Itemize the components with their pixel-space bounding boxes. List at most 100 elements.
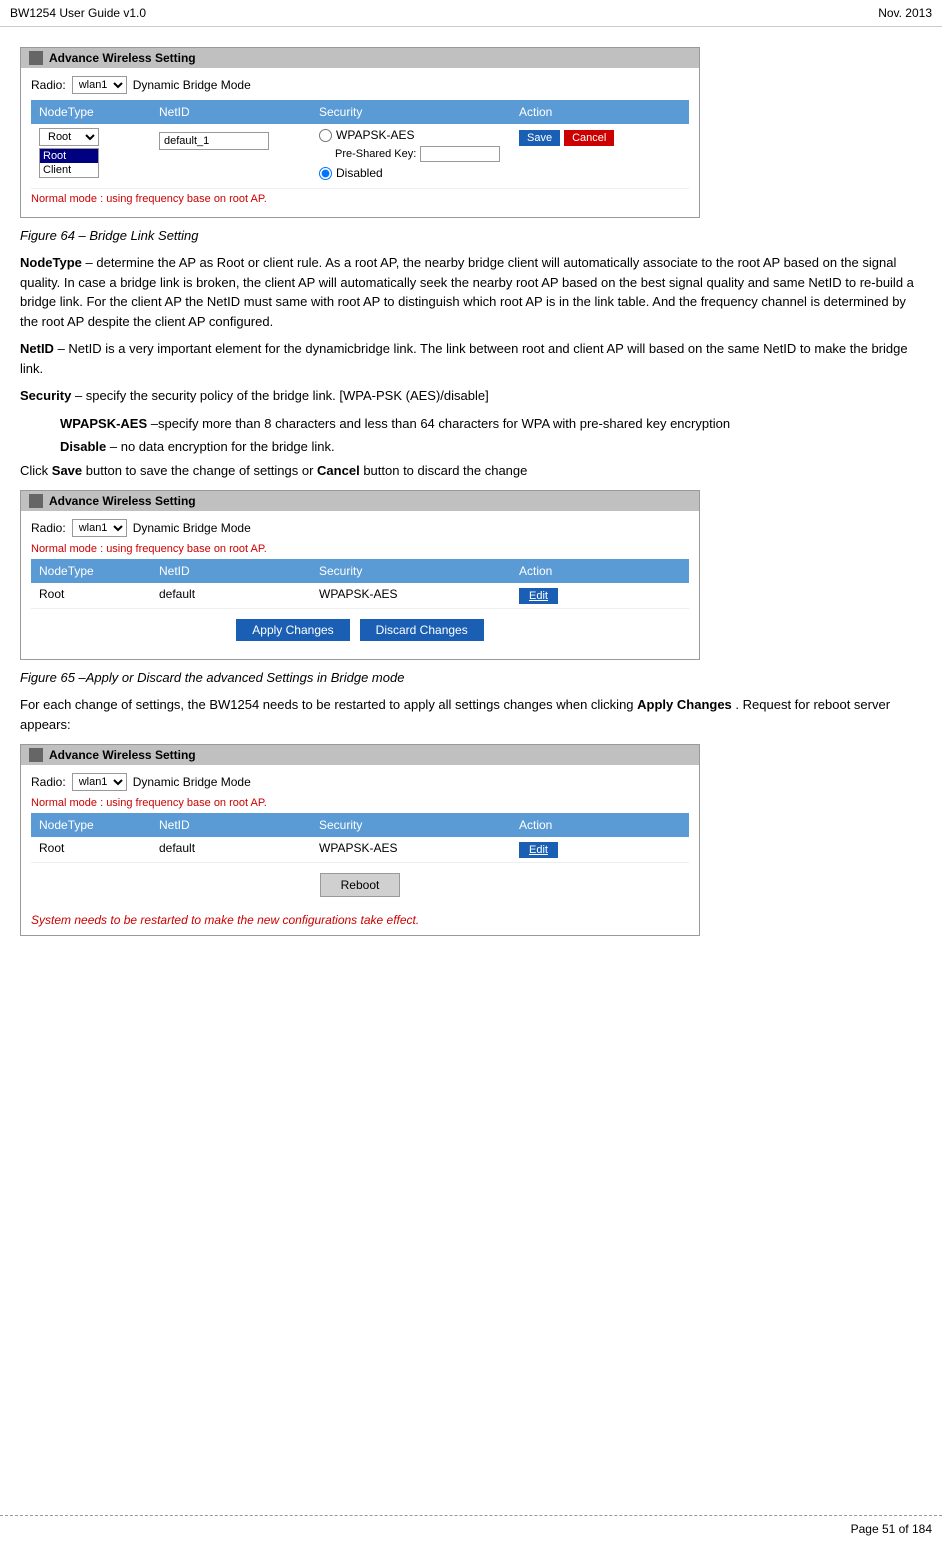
disable-bold: Disable xyxy=(60,439,106,454)
radio-label-1: Radio: xyxy=(31,78,66,92)
nodetype-text: – determine the AP as Root or client rul… xyxy=(20,255,914,329)
th-nodetype-2: NodeType xyxy=(31,562,151,580)
para-apply-changes: For each change of settings, the BW1254 … xyxy=(20,695,922,734)
disable-text: – no data encryption for the bridge link… xyxy=(110,439,335,454)
bottom-buttons-2: Apply Changes Discard Changes xyxy=(31,609,689,651)
th-netid-3: NetID xyxy=(151,816,311,834)
row3-netid: default xyxy=(151,837,311,862)
radio-select-1[interactable]: wlan1 xyxy=(72,76,127,94)
netid-input-1[interactable] xyxy=(159,132,269,150)
radio-select-3[interactable]: wlan1 xyxy=(72,773,127,791)
table-header-2: NodeType NetID Security Action xyxy=(31,559,689,583)
th-netid-2: NetID xyxy=(151,562,311,580)
security-wpapsk-option: WPAPSK-AES xyxy=(319,128,503,142)
security-bold: Security xyxy=(20,388,71,403)
th-security-1: Security xyxy=(311,103,511,121)
netid-bold: NetID xyxy=(20,341,54,356)
security-disabled-option: Disabled xyxy=(319,166,503,180)
normal-mode-text-2: Normal mode : using frequency base on ro… xyxy=(31,543,689,555)
radio-row-2: Radio: wlan1 Dynamic Bridge Mode xyxy=(31,519,689,537)
save-button-1[interactable]: Save xyxy=(519,130,560,146)
th-netid-1: NetID xyxy=(151,103,311,121)
security-wpapsk-label: WPAPSK-AES xyxy=(336,128,414,142)
table-row-1: Root Client Root Client WPAPSK-AES xyxy=(31,124,689,189)
nodetype-cell-1: Root Client Root Client xyxy=(31,124,151,188)
doc-date: Nov. 2013 xyxy=(878,6,932,20)
radio-label-2: Radio: xyxy=(31,521,66,535)
cancel-button-1[interactable]: Cancel xyxy=(564,130,614,146)
node-list-item-root[interactable]: Root xyxy=(40,149,98,163)
row2-netid: default xyxy=(151,583,311,608)
table-header-3: NodeType NetID Security Action xyxy=(31,813,689,837)
th-action-1: Action xyxy=(511,103,651,121)
wpapsk-text: –specify more than 8 characters and less… xyxy=(151,416,730,431)
radio-label-3: Radio: xyxy=(31,775,66,789)
ws-title-2: Advance Wireless Setting xyxy=(49,494,196,508)
security-disabled-radio[interactable] xyxy=(319,167,332,180)
security-disabled-label: Disabled xyxy=(336,166,383,180)
apply-changes-button[interactable]: Apply Changes xyxy=(236,619,349,641)
cancel-bold: Cancel xyxy=(317,463,360,478)
main-content: Advance Wireless Setting Radio: wlan1 Dy… xyxy=(0,27,942,1006)
th-nodetype-1: NodeType xyxy=(31,103,151,121)
row3-security: WPAPSK-AES xyxy=(311,837,511,862)
ws-body-3: Radio: wlan1 Dynamic Bridge Mode Normal … xyxy=(21,765,699,935)
footer: Page 51 of 184 xyxy=(0,1515,942,1542)
normal-mode-text-3: Normal mode : using frequency base on ro… xyxy=(31,797,689,809)
warning-text-3: System needs to be restarted to make the… xyxy=(31,913,689,927)
table-row-3: Root default WPAPSK-AES Edit xyxy=(31,837,689,863)
edit-button-2[interactable]: Edit xyxy=(519,588,558,604)
reboot-button[interactable]: Reboot xyxy=(320,873,401,897)
ws-title-bar-2: Advance Wireless Setting xyxy=(21,491,699,511)
para-security: Security – specify the security policy o… xyxy=(20,386,922,406)
page-number: Page 51 of 184 xyxy=(851,1522,932,1536)
table-row-2: Root default WPAPSK-AES Edit xyxy=(31,583,689,609)
netid-text: – NetID is a very important element for … xyxy=(20,341,908,376)
figure-caption-2: Figure 65 –Apply or Discard the advanced… xyxy=(20,670,922,685)
psk-input-1[interactable] xyxy=(420,146,500,162)
save-cancel-text-pre: Click xyxy=(20,463,52,478)
radio-row-1: Radio: wlan1 Dynamic Bridge Mode xyxy=(31,76,689,94)
security-wpapsk-radio[interactable] xyxy=(319,129,332,142)
save-cancel-text-mid: button to save the change of settings or xyxy=(86,463,317,478)
row2-security: WPAPSK-AES xyxy=(311,583,511,608)
th-security-2: Security xyxy=(311,562,511,580)
nodetype-bold: NodeType xyxy=(20,255,82,270)
para-disable: Disable – no data encryption for the bri… xyxy=(60,437,922,457)
save-cancel-text-post: button to discard the change xyxy=(363,463,527,478)
security-text: – specify the security policy of the bri… xyxy=(75,388,489,403)
mode-label-1: Dynamic Bridge Mode xyxy=(133,78,251,92)
para-netid: NetID – NetID is a very important elemen… xyxy=(20,339,922,378)
th-action-2: Action xyxy=(511,562,651,580)
ws-body-1: Radio: wlan1 Dynamic Bridge Mode NodeTyp… xyxy=(21,68,699,217)
ws-title-bar-3: Advance Wireless Setting xyxy=(21,745,699,765)
wpapsk-bold: WPAPSK-AES xyxy=(60,416,147,431)
ws-title-bar-1: Advance Wireless Setting xyxy=(21,48,699,68)
node-list-1: Root Client xyxy=(39,148,99,178)
doc-title: BW1254 User Guide v1.0 xyxy=(10,6,146,20)
node-list-item-client[interactable]: Client xyxy=(40,163,98,177)
radio-select-2[interactable]: wlan1 xyxy=(72,519,127,537)
netid-cell-1 xyxy=(151,124,311,188)
row2-action: Edit xyxy=(511,583,651,608)
row3-nodetype: Root xyxy=(31,837,151,862)
psk-row-1: Pre-Shared Key: xyxy=(335,146,503,162)
node-dropdown-1[interactable]: Root Client xyxy=(39,128,99,146)
row3-action: Edit xyxy=(511,837,651,862)
para-wpapsk: WPAPSK-AES –specify more than 8 characte… xyxy=(60,414,922,434)
wifi-icon-3 xyxy=(29,748,43,762)
th-action-3: Action xyxy=(511,816,651,834)
wifi-icon-2 xyxy=(29,494,43,508)
ws-title-1: Advance Wireless Setting xyxy=(49,51,196,65)
wireless-setting-box-2: Advance Wireless Setting Radio: wlan1 Dy… xyxy=(20,490,700,660)
security-cell-1: WPAPSK-AES Pre-Shared Key: Disabled xyxy=(311,124,511,188)
para-save-cancel: Click Save button to save the change of … xyxy=(20,461,922,481)
discard-changes-button[interactable]: Discard Changes xyxy=(360,619,484,641)
save-bold: Save xyxy=(52,463,82,478)
action-cell-1: Save Cancel xyxy=(511,124,651,188)
wireless-setting-box-1: Advance Wireless Setting Radio: wlan1 Dy… xyxy=(20,47,700,218)
apply-text-pre: For each change of settings, the BW1254 … xyxy=(20,697,637,712)
ws-title-3: Advance Wireless Setting xyxy=(49,748,196,762)
edit-button-3[interactable]: Edit xyxy=(519,842,558,858)
mode-label-2: Dynamic Bridge Mode xyxy=(133,521,251,535)
